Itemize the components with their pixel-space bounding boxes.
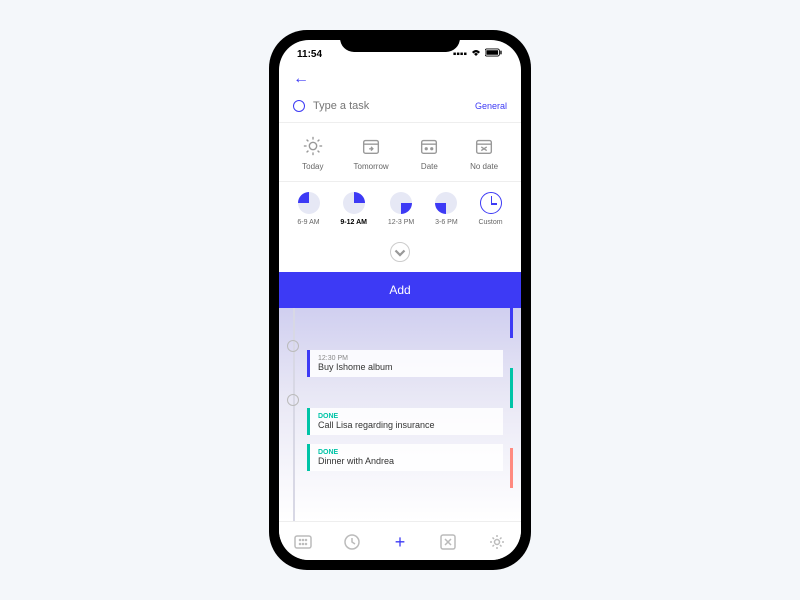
date-tomorrow[interactable]: Tomorrow: [354, 135, 389, 171]
date-today[interactable]: Today: [302, 135, 324, 171]
expand-row: [279, 236, 521, 272]
nav-settings-icon[interactable]: [487, 532, 507, 552]
input-row: General: [279, 92, 521, 122]
clock-quarter-icon: [298, 192, 320, 214]
task-input[interactable]: [313, 100, 467, 112]
task-check-icon[interactable]: [287, 394, 299, 406]
signal-icon: ▪▪▪▪: [453, 49, 467, 60]
task-check-icon[interactable]: [287, 340, 299, 352]
task-status: DONE: [318, 449, 495, 456]
content: ← General Today Tomorrow Date No date 6-…: [279, 64, 521, 560]
header: ←: [279, 64, 521, 92]
category-bar: [510, 308, 513, 338]
time-options: 6-9 AM 9-12 AM 12-3 PM 3-6 PM Custom: [279, 182, 521, 236]
time-3-6[interactable]: 3-6 PM: [435, 192, 458, 226]
category-button[interactable]: General: [475, 101, 507, 111]
task-time: 12:30 PM: [318, 355, 495, 362]
task-title: Buy Ishome album: [318, 362, 495, 372]
notch: [340, 30, 460, 52]
status-icons: ▪▪▪▪: [453, 48, 503, 61]
clock-quarter-icon: [343, 192, 365, 214]
task-circle-icon: [293, 100, 305, 112]
category-bar: [510, 448, 513, 488]
phone-frame: 11:54 ▪▪▪▪ ← General Today Tomorrow Date…: [269, 30, 531, 570]
task-title: Call Lisa regarding insurance: [318, 420, 495, 430]
task-status: DONE: [318, 413, 495, 420]
calendar-x-icon: [473, 135, 495, 157]
time-6-9[interactable]: 6-9 AM: [297, 192, 319, 226]
date-none[interactable]: No date: [470, 135, 498, 171]
nav-add-button[interactable]: +: [390, 532, 410, 552]
task-card[interactable]: DONE Call Lisa regarding insurance: [307, 408, 503, 435]
nav-history-icon[interactable]: [342, 532, 362, 552]
time-12-3[interactable]: 12-3 PM: [388, 192, 414, 226]
date-tomorrow-label: Tomorrow: [354, 162, 389, 171]
clock-quarter-icon: [390, 192, 412, 214]
tasks-background: 12:30 PM Buy Ishome album DONE Call Lisa…: [279, 308, 521, 521]
time-9-12[interactable]: 9-12 AM: [340, 192, 367, 226]
add-button[interactable]: Add: [279, 272, 521, 308]
calendar-arrow-icon: [360, 135, 382, 157]
screen: 11:54 ▪▪▪▪ ← General Today Tomorrow Date…: [279, 40, 521, 560]
task-card[interactable]: 12:30 PM Buy Ishome album: [307, 350, 503, 377]
wifi-icon: [470, 48, 482, 61]
clock-quarter-icon: [435, 192, 457, 214]
category-bar: [510, 368, 513, 408]
time-custom[interactable]: Custom: [478, 192, 502, 226]
calendar-dots-icon: [418, 135, 440, 157]
nav-grid-icon[interactable]: [293, 532, 313, 552]
back-button[interactable]: ←: [293, 70, 309, 87]
expand-button[interactable]: [390, 242, 410, 262]
date-today-label: Today: [302, 162, 323, 171]
date-pick[interactable]: Date: [418, 135, 440, 171]
clock-icon: [480, 192, 502, 214]
date-none-label: No date: [470, 162, 498, 171]
sun-icon: [302, 135, 324, 157]
date-pick-label: Date: [421, 162, 438, 171]
bottom-nav: +: [279, 521, 521, 560]
nav-archive-icon[interactable]: [438, 532, 458, 552]
battery-icon: [485, 48, 503, 60]
status-time: 11:54: [297, 49, 322, 60]
date-options: Today Tomorrow Date No date: [279, 123, 521, 181]
task-card[interactable]: DONE Dinner with Andrea: [307, 444, 503, 471]
task-title: Dinner with Andrea: [318, 456, 495, 466]
